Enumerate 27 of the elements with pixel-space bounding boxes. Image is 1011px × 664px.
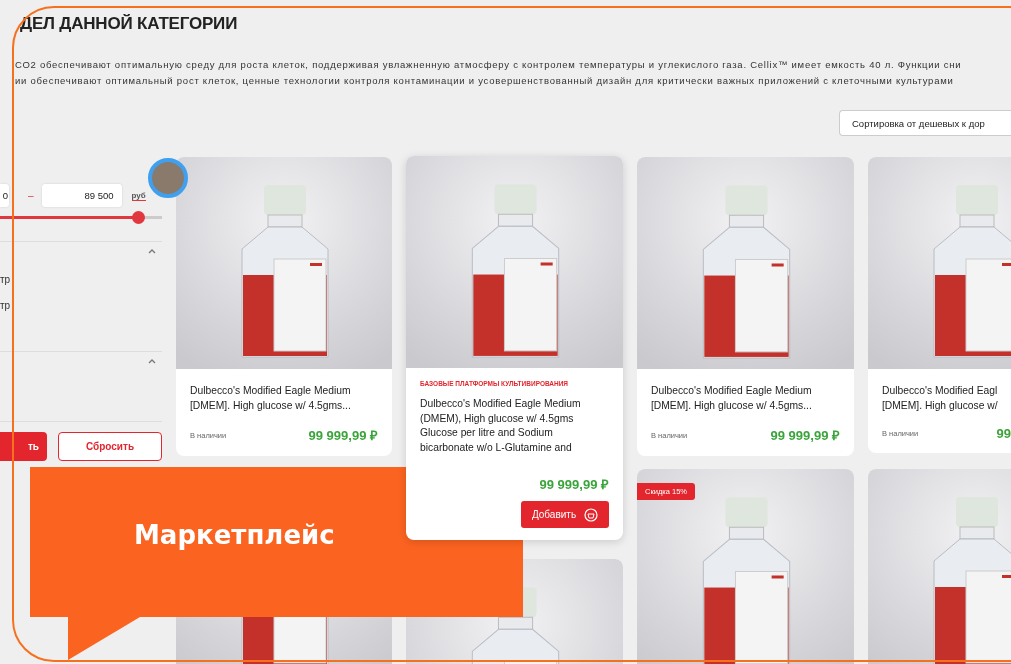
apply-button[interactable]: ть xyxy=(0,432,47,461)
description-line: ии обеспечивают оптимальный рост клеток, ценные технологии контроля контаминации и усовершенствованный дизайн для критически важных приложений с клеточными культурами xyxy=(15,74,955,88)
add-to-cart-button[interactable]: Добавить xyxy=(521,501,609,528)
basket-icon xyxy=(584,507,599,522)
price: 99 xyxy=(996,426,1011,441)
price: 99 999,99 ₽ xyxy=(770,427,840,444)
sort-dropdown[interactable]: Сортировка от дешевых к дор xyxy=(839,110,1011,136)
price-from-field[interactable]: 0 xyxy=(0,184,9,207)
range-dash: – xyxy=(28,190,34,201)
product-title[interactable]: Dulbecco's Modified Eagle Medium [DMEM]. High glucose w/ 4.5gms... xyxy=(651,383,840,413)
filter-option[interactable]: тр xyxy=(0,293,162,319)
price-to-field[interactable]: 89 500 xyxy=(41,184,122,207)
chevron-up-icon[interactable] xyxy=(148,248,156,254)
currency-label[interactable]: руб xyxy=(131,190,146,201)
price: 99 999,99 ₽ xyxy=(308,427,378,444)
filter-option[interactable]: тр xyxy=(0,267,162,293)
product-title[interactable]: Dulbecco's Modified Eagle Medium [DMEM]. High glucose w/ 4.5gms... xyxy=(190,383,378,413)
callout-title: Маркетплейс xyxy=(134,520,335,550)
price: 99 999,99 ₽ xyxy=(539,476,609,493)
avatar-photo-placeholder xyxy=(148,158,188,198)
product-title[interactable]: Dulbecco's Modified Eagl [DMEM]. High glucose w/ xyxy=(882,383,1011,413)
description-line: СО2 обеспечивают оптимальную среду для роста клеток, поддерживая увлажненную атмосферу с контролем температуры и углекислого газа. Cellix™ имеет емкость 40 л. Функции сни xyxy=(15,58,963,72)
chevron-up-icon[interactable] xyxy=(148,358,156,364)
section-heading: ДЕЛ ДАННОЙ КАТЕГОРИИ xyxy=(19,13,239,35)
reset-button[interactable]: Сбросить xyxy=(58,432,162,461)
slider-thumb[interactable] xyxy=(131,211,145,224)
product-title[interactable]: Dulbecco's Modified Eagle Medium (DMEM), High glucose w/ 4.5gms Glucose per litre and Sodium bicarbonate w/o L-Glutamine and xyxy=(420,397,609,455)
